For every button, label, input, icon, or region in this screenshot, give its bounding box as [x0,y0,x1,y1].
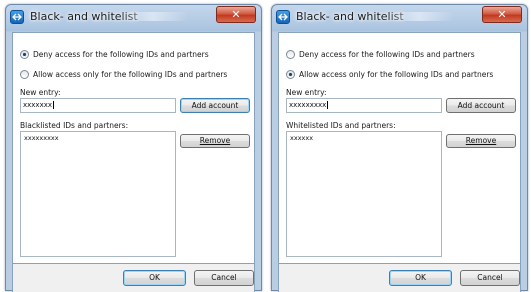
ok-button[interactable]: OK [389,270,452,286]
remove-button-label: Remove [465,136,497,145]
remove-button[interactable]: Remove [180,134,250,148]
add-account-button[interactable]: Add account [446,98,516,113]
new-entry-label: New entry: [286,88,327,97]
radio-deny[interactable]: Deny access for the following IDs and pa… [20,48,209,60]
cancel-button[interactable]: Cancel [194,270,254,286]
new-entry-input[interactable]: xxxxxxx [20,98,176,113]
whitelist-dialog-right: Black- and whitelist ✕ Deny access for t… [271,4,528,292]
close-icon: ✕ [497,8,507,21]
radio-allow[interactable]: Allow access only for the following IDs … [286,68,493,80]
list-item[interactable]: xxxxxxxxx [21,132,175,144]
blacklist-dialog-left: Black- and whitelist ✕ Deny access for t… [5,4,262,292]
dialog-footer: OK Cancel [278,264,521,292]
title-blur [118,12,188,21]
add-account-button[interactable]: Add account [180,98,250,113]
new-entry-input[interactable]: xxxxxxxxx [286,98,442,113]
ok-button[interactable]: OK [123,270,186,286]
radio-deny[interactable]: Deny access for the following IDs and pa… [286,48,475,60]
radio-button[interactable] [20,69,29,79]
radio-button[interactable] [286,49,295,59]
app-icon [10,10,24,24]
title-bar[interactable]: Black- and whitelist ✕ [272,5,527,27]
radio-allow-label: Allow access only for the following IDs … [33,69,228,79]
new-entry-label: New entry: [20,88,61,97]
remove-button[interactable]: Remove [446,134,516,148]
radio-allow[interactable]: Allow access only for the following IDs … [20,68,227,80]
close-button[interactable]: ✕ [216,6,256,23]
close-button[interactable]: ✕ [482,6,522,23]
close-icon: ✕ [231,8,241,21]
dialog-footer: OK Cancel [12,264,255,292]
dialog-body: Deny access for the following IDs and pa… [12,32,255,264]
blacklist-listbox[interactable]: xxxxxxxxx [20,131,176,257]
app-icon [276,10,290,24]
radio-deny-label: Deny access for the following IDs and pa… [33,49,209,59]
whitelist-listbox[interactable]: xxxxxx [286,131,442,257]
new-entry-value: xxxxxxxxx [289,101,327,109]
title-bar[interactable]: Black- and whitelist ✕ [6,5,261,27]
whitelist-label: Whitelisted IDs and partners: [286,121,396,130]
radio-button-checked[interactable] [20,49,29,59]
blacklist-label: Blacklisted IDs and partners: [20,121,129,130]
remove-button-label: Remove [199,136,231,145]
list-item[interactable]: xxxxxx [287,132,441,144]
radio-deny-label: Deny access for the following IDs and pa… [299,49,475,59]
radio-allow-label: Allow access only for the following IDs … [299,69,494,79]
new-entry-value: xxxxxxx [23,101,52,109]
dialog-body: Deny access for the following IDs and pa… [278,32,521,264]
cancel-button[interactable]: Cancel [460,270,520,286]
title-blur [384,12,454,21]
radio-button-checked[interactable] [286,69,295,79]
